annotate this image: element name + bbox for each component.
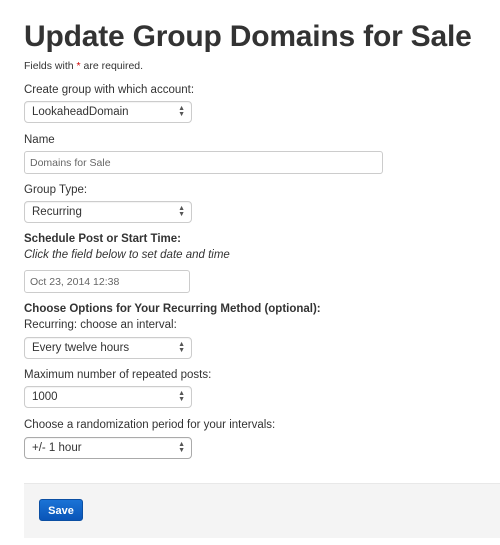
group-type-select[interactable]: Recurring ▲ ▼ — [24, 201, 192, 223]
group-type-value: Recurring — [32, 206, 82, 218]
recurring-heading: Choose Options for Your Recurring Method… — [24, 303, 321, 315]
select-arrows-icon: ▲ ▼ — [178, 390, 185, 403]
select-arrows-icon: ▲ ▼ — [178, 441, 185, 454]
max-posts-value: 1000 — [32, 391, 58, 403]
account-select[interactable]: LookaheadDomain ▲ ▼ — [24, 101, 192, 123]
page-title: Update Group Domains for Sale — [24, 20, 472, 53]
select-arrows-icon: ▲ ▼ — [178, 341, 185, 354]
account-label: Create group with which account: — [24, 84, 195, 96]
name-input[interactable]: Domains for Sale — [24, 151, 383, 174]
max-posts-label: Maximum number of repeated posts: — [24, 369, 212, 381]
select-arrows-icon: ▲ ▼ — [178, 205, 185, 218]
randomization-select[interactable]: +/- 1 hour ▲ ▼ — [24, 437, 192, 459]
name-label: Name — [24, 134, 55, 146]
randomization-value: +/- 1 hour — [32, 442, 82, 454]
interval-value: Every twelve hours — [32, 342, 130, 354]
form-actions — [24, 483, 500, 538]
save-button[interactable]: Save — [39, 499, 83, 521]
interval-label: Recurring: choose an interval: — [24, 319, 177, 331]
schedule-hint: Click the field below to set date and ti… — [24, 249, 230, 261]
schedule-input[interactable]: Oct 23, 2014 12:38 — [24, 270, 190, 293]
group-type-label: Group Type: — [24, 184, 88, 196]
randomization-label: Choose a randomization period for your i… — [24, 419, 276, 431]
select-arrows-icon: ▲ ▼ — [178, 105, 185, 118]
required-note: Fields with * are required. — [24, 60, 144, 72]
schedule-label: Schedule Post or Start Time: — [24, 233, 181, 245]
max-posts-select[interactable]: 1000 ▲ ▼ — [24, 386, 192, 408]
interval-select[interactable]: Every twelve hours ▲ ▼ — [24, 337, 192, 359]
account-value: LookaheadDomain — [32, 106, 129, 118]
